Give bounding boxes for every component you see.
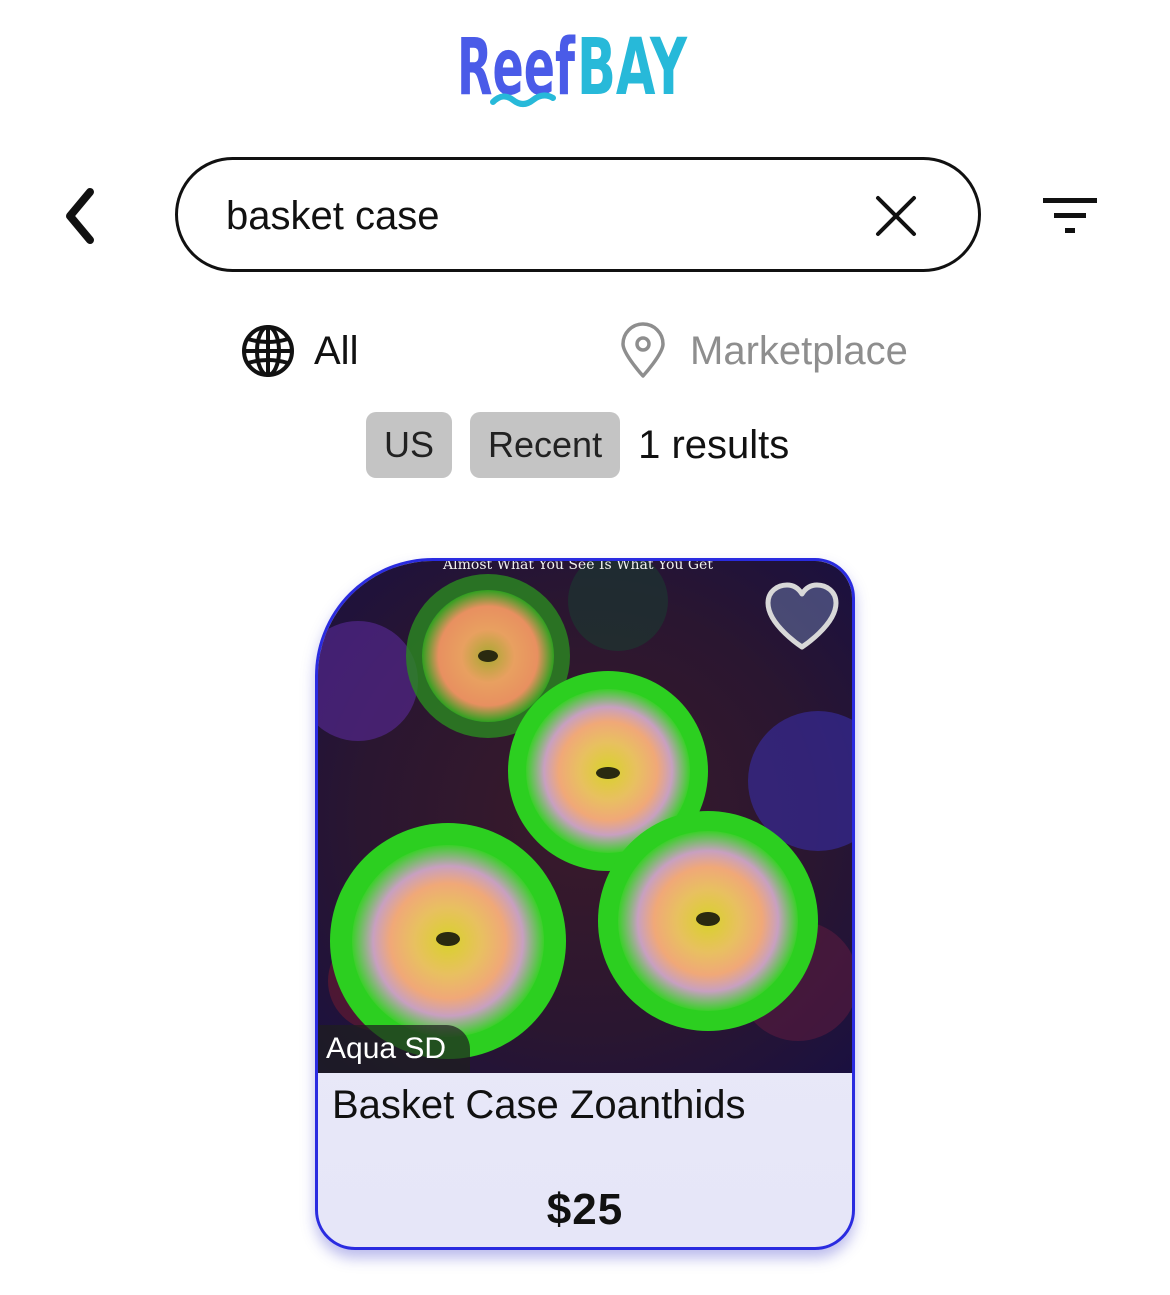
chevron-left-icon (66, 188, 94, 244)
clear-search-button[interactable] (868, 188, 924, 244)
scope-all-tab[interactable]: All (240, 318, 358, 384)
chip-country[interactable]: US (366, 412, 453, 478)
listing-price: $25 (546, 1185, 624, 1234)
back-button[interactable] (52, 182, 108, 250)
listing-image[interactable]: Almost What You See Is What You Get Aqua… (318, 561, 852, 1073)
listing-title: Basket Case Zoanthids (332, 1083, 746, 1127)
globe-icon (242, 325, 294, 377)
filter-icon (1043, 198, 1097, 233)
listing-card[interactable]: Almost What You See Is What You Get Aqua… (315, 558, 855, 1250)
search-input[interactable] (226, 184, 846, 248)
scope-all-label: All (314, 328, 359, 373)
search-bar (175, 157, 981, 272)
chip-sort[interactable]: Recent (470, 412, 621, 478)
map-pin-icon (621, 322, 665, 378)
app-logo: Reef BAY (0, 22, 1170, 112)
filter-button[interactable] (1036, 186, 1104, 246)
svg-text:Almost What You See Is What Yo: Almost What You See Is What You Get (442, 561, 713, 573)
filter-chips: US Recent 1 results (366, 412, 789, 478)
close-icon (876, 196, 916, 236)
results-count: 1 results (638, 422, 790, 467)
seller-name: Aqua SD (318, 1025, 471, 1073)
scope-marketplace-tab[interactable]: Marketplace (618, 318, 908, 384)
scope-marketplace-label: Marketplace (690, 328, 908, 373)
logo-text-left: Reef (457, 23, 576, 112)
logo-text-right: BAY (577, 23, 688, 112)
heart-icon[interactable] (762, 581, 842, 653)
